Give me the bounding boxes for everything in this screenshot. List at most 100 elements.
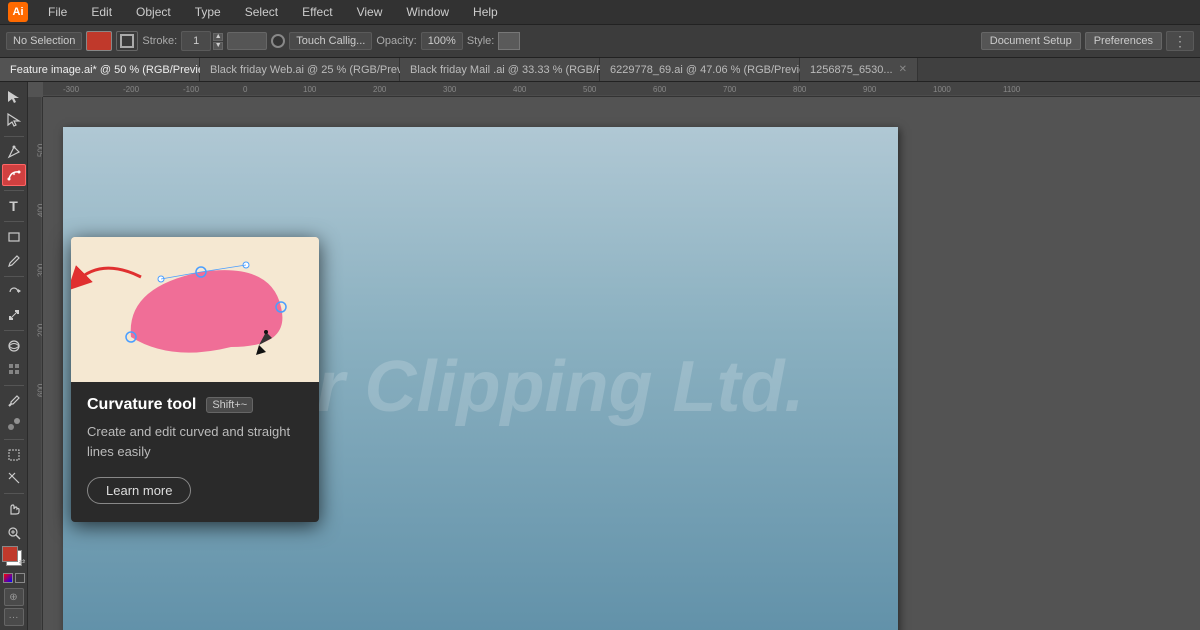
tab-0[interactable]: Feature image.ai* @ 50 % (RGB/Preview) ✕ bbox=[0, 58, 200, 81]
main-area: T bbox=[0, 82, 1200, 630]
document-setup-button[interactable]: Document Setup bbox=[981, 32, 1081, 50]
menu-effect[interactable]: Effect bbox=[298, 3, 336, 21]
svg-text:-300: -300 bbox=[63, 85, 80, 94]
swap-colors-icon[interactable]: ⇄ bbox=[19, 557, 26, 566]
svg-text:900: 900 bbox=[863, 85, 877, 94]
tab-4-label: 1256875_6530... bbox=[810, 64, 893, 76]
menu-bar: Ai File Edit Object Type Select Effect V… bbox=[0, 0, 1200, 25]
svg-text:100: 100 bbox=[303, 85, 317, 94]
eyedropper-tool[interactable] bbox=[2, 389, 26, 411]
extra-tools-btn[interactable]: ··· bbox=[4, 608, 24, 626]
tab-1-label: Black friday Web.ai @ 25 % (RGB/Preview) bbox=[210, 64, 423, 76]
ruler-top-svg: -300 -200 -100 0 100 200 300 400 500 600… bbox=[43, 82, 1200, 97]
stroke-value[interactable]: 1 bbox=[181, 31, 211, 51]
rotate-tool[interactable] bbox=[2, 281, 26, 303]
stroke-controls: 1 ▲ ▼ bbox=[181, 31, 223, 51]
menu-window[interactable]: Window bbox=[402, 3, 453, 21]
separator-4 bbox=[4, 276, 24, 277]
select-tool[interactable] bbox=[2, 86, 26, 108]
svg-text:800: 800 bbox=[793, 85, 807, 94]
stroke-dropdown-extra[interactable] bbox=[227, 32, 267, 50]
scale-tool[interactable] bbox=[2, 304, 26, 326]
tooltip-title: Curvature tool bbox=[87, 396, 196, 414]
tab-0-label: Feature image.ai* @ 50 % (RGB/Preview) bbox=[10, 64, 216, 76]
menu-select[interactable]: Select bbox=[241, 3, 282, 21]
pen-tool[interactable] bbox=[2, 140, 26, 162]
stroke-label: Stroke: bbox=[142, 35, 177, 47]
tab-4-close[interactable]: ✕ bbox=[899, 64, 907, 75]
brush-icon-circle bbox=[271, 34, 285, 48]
svg-text:500: 500 bbox=[37, 143, 44, 157]
style-label: Style: bbox=[467, 35, 495, 47]
control-toolbar: No Selection Stroke: 1 ▲ ▼ Touch Callig.… bbox=[0, 25, 1200, 58]
tooltip-description: Create and edit curved and straight line… bbox=[87, 422, 303, 461]
tab-1[interactable]: Black friday Web.ai @ 25 % (RGB/Preview)… bbox=[200, 58, 400, 81]
color-mode-icons bbox=[3, 573, 25, 583]
menu-help[interactable]: Help bbox=[469, 3, 502, 21]
menu-type[interactable]: Type bbox=[191, 3, 225, 21]
style-box[interactable] bbox=[498, 32, 520, 50]
gradient-icon[interactable] bbox=[3, 573, 13, 583]
symbol-sprayer-tool[interactable]: ⊕ bbox=[4, 588, 24, 606]
svg-text:200: 200 bbox=[373, 85, 387, 94]
menu-view[interactable]: View bbox=[353, 3, 387, 21]
svg-text:300: 300 bbox=[37, 263, 44, 277]
color-swatches[interactable]: ⇄ bbox=[2, 546, 26, 568]
mesh-tool[interactable] bbox=[2, 358, 26, 380]
panel-toggle-btn[interactable]: ⋮ bbox=[1166, 31, 1194, 51]
selection-dropdown[interactable]: No Selection bbox=[6, 32, 82, 50]
svg-text:400: 400 bbox=[513, 85, 527, 94]
slice-tool[interactable] bbox=[2, 467, 26, 489]
curvature-tool[interactable] bbox=[2, 164, 26, 186]
tab-3[interactable]: 6229778_69.ai @ 47.06 % (RGB/Preview) ✕ bbox=[600, 58, 800, 81]
opacity-label: Opacity: bbox=[376, 35, 416, 47]
zoom-tool[interactable] bbox=[2, 522, 26, 544]
brush-dropdown[interactable]: Touch Callig... bbox=[289, 32, 372, 50]
svg-text:300: 300 bbox=[443, 85, 457, 94]
hand-tool[interactable] bbox=[2, 498, 26, 520]
separator-5 bbox=[4, 330, 24, 331]
svg-text:600: 600 bbox=[37, 383, 44, 397]
preferences-button[interactable]: Preferences bbox=[1085, 32, 1162, 50]
tab-4[interactable]: 1256875_6530... ✕ bbox=[800, 58, 918, 81]
none-icon[interactable] bbox=[15, 573, 25, 583]
svg-text:500: 500 bbox=[583, 85, 597, 94]
separator-2 bbox=[4, 190, 24, 191]
fill-swatch[interactable] bbox=[86, 31, 112, 51]
tooltip-title-row: Curvature tool Shift+~ bbox=[87, 396, 303, 414]
artboard-tool[interactable] bbox=[2, 444, 26, 466]
menu-edit[interactable]: Edit bbox=[87, 3, 116, 21]
learn-more-button[interactable]: Learn more bbox=[87, 477, 191, 504]
rectangle-tool[interactable] bbox=[2, 226, 26, 248]
separator-3 bbox=[4, 221, 24, 222]
svg-text:-100: -100 bbox=[183, 85, 200, 94]
tooltip-shortcut: Shift+~ bbox=[206, 397, 253, 413]
svg-text:0: 0 bbox=[243, 85, 248, 94]
type-tool[interactable]: T bbox=[2, 195, 26, 217]
tab-bar: Feature image.ai* @ 50 % (RGB/Preview) ✕… bbox=[0, 58, 1200, 82]
ruler-left-svg: 500 400 300 200 600 bbox=[28, 97, 43, 630]
svg-text:1100: 1100 bbox=[1003, 85, 1021, 94]
left-toolbar: T bbox=[0, 82, 28, 630]
tooltip-popup: Curvature tool Shift+~ Create and edit c… bbox=[71, 237, 319, 522]
opacity-value[interactable]: 100% bbox=[421, 32, 463, 50]
svg-text:700: 700 bbox=[723, 85, 737, 94]
pencil-tool[interactable] bbox=[2, 249, 26, 271]
stroke-swatch[interactable] bbox=[116, 31, 138, 51]
stroke-down[interactable]: ▼ bbox=[213, 42, 223, 50]
svg-text:1000: 1000 bbox=[933, 85, 951, 94]
app-logo: Ai bbox=[8, 2, 28, 22]
menu-object[interactable]: Object bbox=[132, 3, 175, 21]
stroke-up[interactable]: ▲ bbox=[213, 33, 223, 41]
separator-7 bbox=[4, 439, 24, 440]
ruler-left: 500 400 300 200 600 bbox=[28, 97, 43, 630]
warp-tool[interactable] bbox=[2, 335, 26, 357]
tab-2[interactable]: Black friday Mail .ai @ 33.33 % (RGB/Pre… bbox=[400, 58, 600, 81]
direct-select-tool[interactable] bbox=[2, 109, 26, 131]
blend-tool[interactable] bbox=[2, 413, 26, 435]
menu-file[interactable]: File bbox=[44, 3, 71, 21]
tooltip-body: Curvature tool Shift+~ Create and edit c… bbox=[71, 382, 319, 522]
separator-8 bbox=[4, 493, 24, 494]
svg-text:-200: -200 bbox=[123, 85, 140, 94]
tab-3-label: 6229778_69.ai @ 47.06 % (RGB/Preview) bbox=[610, 64, 817, 76]
